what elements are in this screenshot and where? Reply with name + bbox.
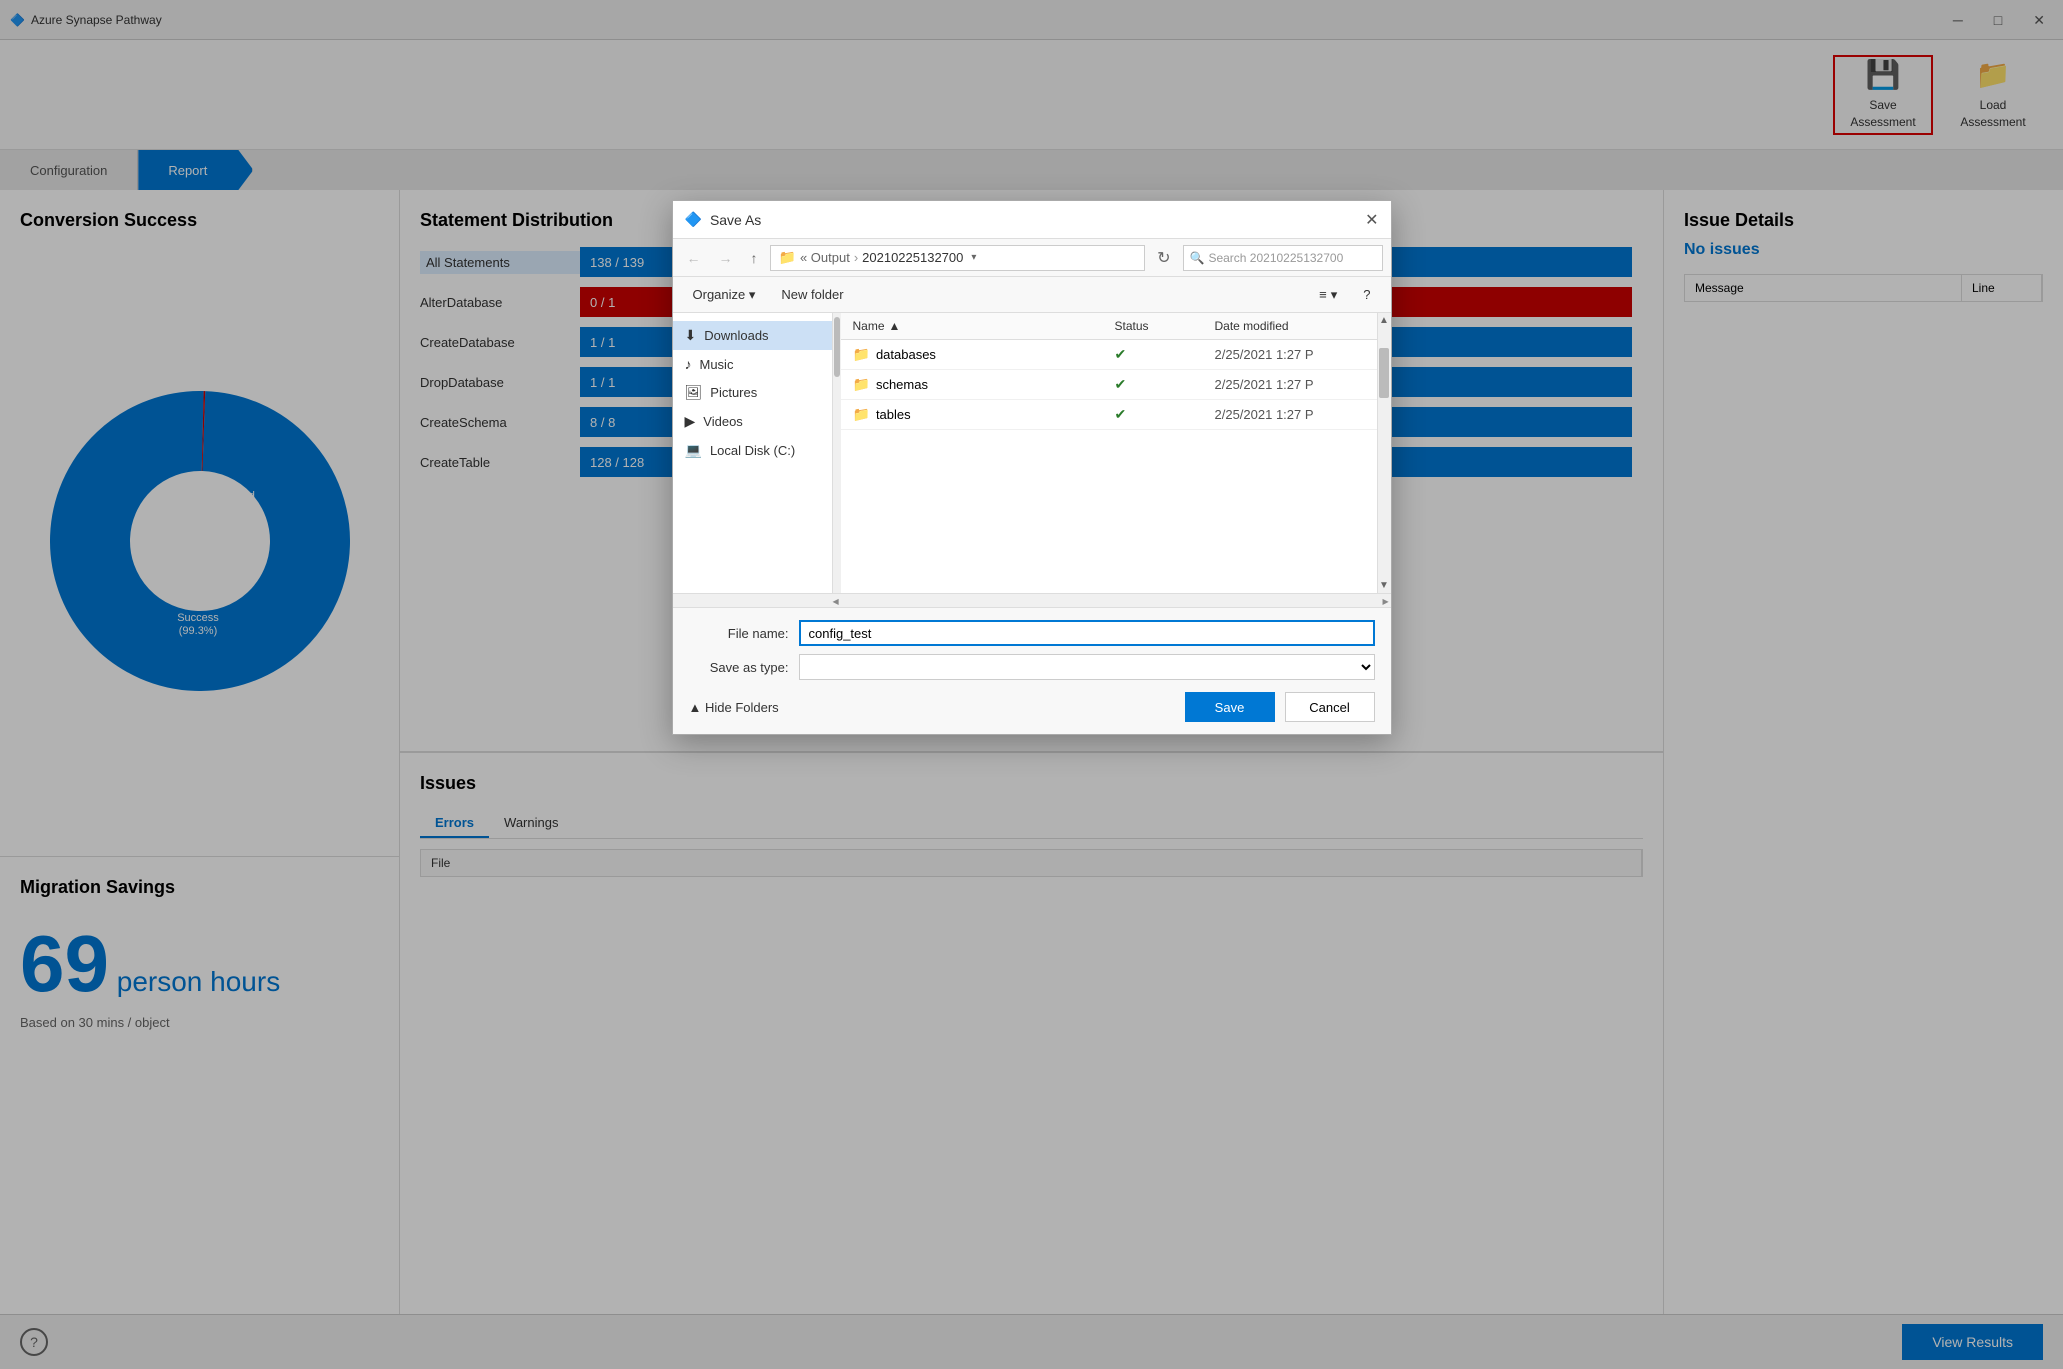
help-button[interactable]: ? [1355, 285, 1378, 304]
folder-icon-databases: 📁 [853, 346, 870, 363]
hide-folders-button[interactable]: ▲ Hide Folders [689, 700, 779, 715]
save-as-dialog: 🔷 Save As ✕ ← → ↑ 📁 « Output › 202102251… [672, 200, 1392, 735]
search-box[interactable]: 🔍 Search 20210225132700 [1183, 245, 1383, 271]
sidebar-downloads-label: Downloads [704, 328, 768, 343]
dialog-footer: File name: Save as type: ▲ Hide Folders … [673, 607, 1391, 734]
sidebar-scrollbar-thumb [834, 317, 840, 377]
file-row-tables[interactable]: 📁 tables ✔ 2/25/2021 1:27 P [841, 400, 1377, 430]
folder-icon-schemas: 📁 [853, 376, 870, 393]
addr-output: « Output [800, 250, 850, 265]
file-row-schemas[interactable]: 📁 schemas ✔ 2/25/2021 1:27 P [841, 370, 1377, 400]
dialog-title: 🔷 Save As [685, 211, 762, 228]
check-icon-tables: ✔ [1115, 406, 1127, 423]
organize-button[interactable]: Organize ▾ [685, 285, 764, 305]
file-name-tables: 📁 tables [853, 406, 1115, 423]
nav-forward-button[interactable]: → [713, 248, 739, 268]
dialog-close-button[interactable]: ✕ [1365, 210, 1378, 230]
file-list-scrollbar[interactable]: ▲ ▼ [1377, 313, 1391, 593]
hscroll-left[interactable]: ◀ [833, 597, 841, 605]
sidebar-item-music[interactable]: ♪ Music [673, 350, 832, 378]
scrollbar-thumb[interactable] [1379, 348, 1389, 398]
local-disk-icon: 💻 [685, 442, 702, 459]
scrollbar-up-arrow[interactable]: ▲ [1378, 313, 1391, 328]
view-button[interactable]: ≡ ▾ [1311, 285, 1345, 305]
sidebar-pictures-label: Pictures [710, 385, 757, 400]
sidebar-item-local-disk[interactable]: 💻 Local Disk (C:) [673, 436, 832, 465]
filename-label: File name: [689, 626, 789, 641]
folder-icon: 📁 [779, 249, 796, 266]
file-name-schemas: 📁 schemas [853, 376, 1115, 393]
filename-input[interactable] [799, 620, 1375, 646]
search-icon: 🔍 [1190, 251, 1205, 265]
file-date-databases: 2/25/2021 1:27 P [1215, 347, 1365, 362]
sidebar-item-videos[interactable]: ▶ Videos [673, 407, 832, 436]
view-icon: ≡ [1319, 287, 1327, 302]
dialog-titlebar: 🔷 Save As ✕ [673, 201, 1391, 239]
dialog-toolbar: Organize ▾ New folder ≡ ▾ ? [673, 277, 1391, 313]
addr-current-folder: 20210225132700 [862, 250, 963, 265]
new-folder-button[interactable]: New folder [773, 285, 851, 304]
file-status-tables: ✔ [1115, 406, 1215, 423]
dialog-action-row: ▲ Hide Folders Save Cancel [689, 692, 1375, 722]
addr-dropdown-button[interactable]: ▾ [967, 252, 980, 263]
sidebar-music-label: Music [700, 357, 734, 372]
savetype-select[interactable] [799, 654, 1375, 680]
hscroll-right[interactable]: ▶ [1383, 597, 1391, 605]
dialog-cancel-button[interactable]: Cancel [1285, 692, 1375, 722]
file-status-databases: ✔ [1115, 346, 1215, 363]
address-path[interactable]: 📁 « Output › 20210225132700 ▾ [770, 245, 1146, 271]
nav-back-button[interactable]: ← [681, 248, 707, 268]
file-row-databases[interactable]: 📁 databases ✔ 2/25/2021 1:27 P [841, 340, 1377, 370]
file-list-header: Name ▲ Status Date modified [841, 313, 1377, 340]
dialog-overlay: 🔷 Save As ✕ ← → ↑ 📁 « Output › 202102251… [0, 0, 2063, 1369]
music-icon: ♪ [685, 356, 692, 372]
scrollbar-down-arrow[interactable]: ▼ [1378, 578, 1391, 593]
pictures-icon: 🖼 [685, 384, 703, 401]
videos-icon: ▶ [685, 413, 696, 430]
file-date-schemas: 2/25/2021 1:27 P [1215, 377, 1365, 392]
check-icon-schemas: ✔ [1115, 376, 1127, 393]
dialog-save-button[interactable]: Save [1185, 692, 1275, 722]
search-placeholder: Search 20210225132700 [1208, 251, 1343, 265]
file-date-tables: 2/25/2021 1:27 P [1215, 407, 1365, 422]
sidebar-item-downloads[interactable]: ⬇ Downloads [673, 321, 832, 350]
nav-refresh-button[interactable]: ↻ [1151, 246, 1176, 270]
col-status-header: Status [1115, 319, 1215, 333]
file-name-databases: 📁 databases [853, 346, 1115, 363]
file-status-schemas: ✔ [1115, 376, 1215, 393]
dialog-sidebar: ⬇ Downloads ♪ Music 🖼 Pictures ▶ Videos [673, 313, 833, 593]
dialog-body: ⬇ Downloads ♪ Music 🖼 Pictures ▶ Videos [673, 313, 1391, 593]
sidebar-videos-label: Videos [703, 414, 743, 429]
check-icon-databases: ✔ [1115, 346, 1127, 363]
horizontal-scrollbar[interactable]: ◀ ▶ [673, 593, 1391, 607]
sidebar-item-pictures[interactable]: 🖼 Pictures [673, 378, 832, 407]
sidebar-scrollbar[interactable] [833, 313, 841, 593]
dialog-file-list: Name ▲ Status Date modified 📁 databases … [841, 313, 1377, 593]
downloads-icon: ⬇ [685, 327, 697, 344]
file-list: 📁 databases ✔ 2/25/2021 1:27 P 📁 schemas [841, 340, 1377, 593]
savetype-label: Save as type: [689, 660, 789, 675]
sidebar-local-disk-label: Local Disk (C:) [710, 443, 795, 458]
dialog-icon: 🔷 [685, 211, 702, 228]
col-name-header[interactable]: Name ▲ [853, 319, 1115, 333]
nav-up-button[interactable]: ↑ [745, 248, 764, 268]
filename-row: File name: [689, 620, 1375, 646]
savetype-row: Save as type: [689, 654, 1375, 680]
folder-icon-tables: 📁 [853, 406, 870, 423]
col-date-header: Date modified [1215, 319, 1365, 333]
view-dropdown-arrow: ▾ [1331, 287, 1338, 303]
dialog-title-text: Save As [710, 212, 761, 228]
address-bar: ← → ↑ 📁 « Output › 20210225132700 ▾ ↻ 🔍 … [673, 239, 1391, 277]
